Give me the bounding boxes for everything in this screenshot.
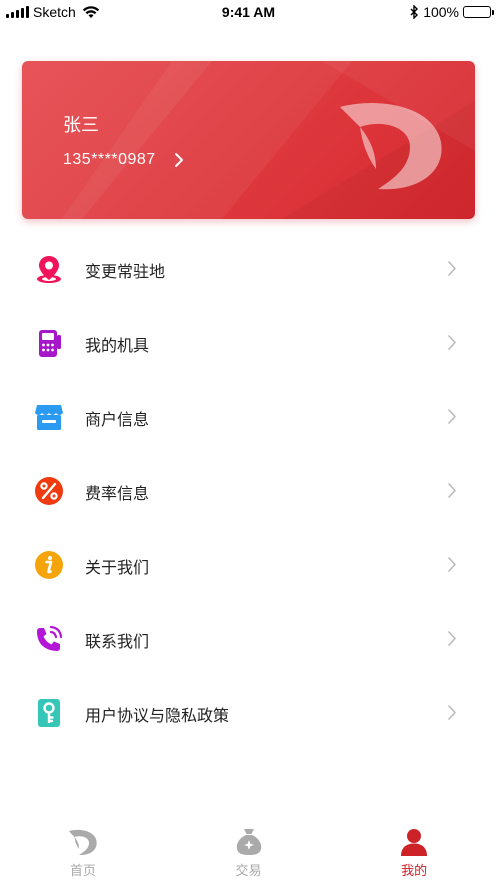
brand-logo-icon — [340, 103, 442, 190]
store-icon — [35, 405, 63, 430]
menu-item-change-residence[interactable]: 变更常驻地 — [0, 232, 497, 306]
chevron-right-icon — [448, 335, 456, 350]
location-pin-icon — [37, 256, 61, 283]
tab-mine[interactable]: 我的 — [331, 820, 497, 883]
menu-item-rate-info[interactable]: 费率信息 — [0, 454, 497, 528]
menu-item-my-devices[interactable]: 我的机具 — [0, 306, 497, 380]
menu-list: 变更常驻地 我的机具 商户信息 费率信息 关于我们 联系我们 用户协议与隐私政策 — [0, 232, 497, 750]
key-icon — [38, 699, 60, 727]
tab-label: 交易 — [235, 864, 262, 879]
info-icon — [35, 551, 63, 579]
tab-bar: 首页 交易 我的 — [0, 820, 497, 883]
chevron-right-icon — [448, 483, 456, 498]
user-phone: 135****0987 — [63, 151, 156, 168]
chevron-right-icon — [174, 153, 183, 167]
menu-item-contact-us[interactable]: 联系我们 — [0, 602, 497, 676]
tab-transactions[interactable]: 交易 — [166, 820, 332, 883]
chevron-right-icon — [448, 705, 456, 720]
percent-icon — [35, 477, 63, 505]
status-bar: Sketch 9:41 AM 100% — [0, 0, 497, 26]
menu-label: 关于我们 — [85, 558, 150, 577]
chevron-right-icon — [448, 631, 456, 646]
tab-home[interactable]: 首页 — [0, 820, 166, 883]
status-right: 100% — [410, 4, 494, 20]
profile-card[interactable]: 张三 135****0987 — [22, 61, 475, 219]
tab-label: 我的 — [401, 864, 428, 879]
battery-icon — [463, 6, 494, 18]
menu-label: 我的机具 — [85, 336, 150, 355]
menu-label: 用户协议与隐私政策 — [85, 706, 230, 725]
chevron-right-icon — [448, 409, 456, 424]
menu-label: 商户信息 — [85, 410, 150, 429]
tab-label: 首页 — [69, 864, 96, 879]
pos-terminal-icon — [39, 330, 61, 357]
battery-percent: 100% — [423, 4, 459, 20]
menu-item-about-us[interactable]: 关于我们 — [0, 528, 497, 602]
chevron-right-icon — [448, 557, 456, 572]
money-bag-icon — [236, 829, 261, 855]
user-name: 张三 — [63, 115, 99, 136]
phone-icon — [37, 625, 63, 651]
menu-item-user-agreement[interactable]: 用户协议与隐私政策 — [0, 676, 497, 750]
menu-label: 费率信息 — [85, 484, 150, 503]
chevron-right-icon — [448, 261, 456, 276]
bluetooth-icon — [410, 5, 419, 19]
phone-row[interactable]: 135****0987 — [63, 151, 184, 169]
menu-label: 联系我们 — [85, 632, 150, 651]
home-logo-icon — [68, 829, 97, 856]
menu-item-merchant-info[interactable]: 商户信息 — [0, 380, 497, 454]
user-icon — [401, 829, 428, 856]
menu-label: 变更常驻地 — [85, 262, 166, 281]
